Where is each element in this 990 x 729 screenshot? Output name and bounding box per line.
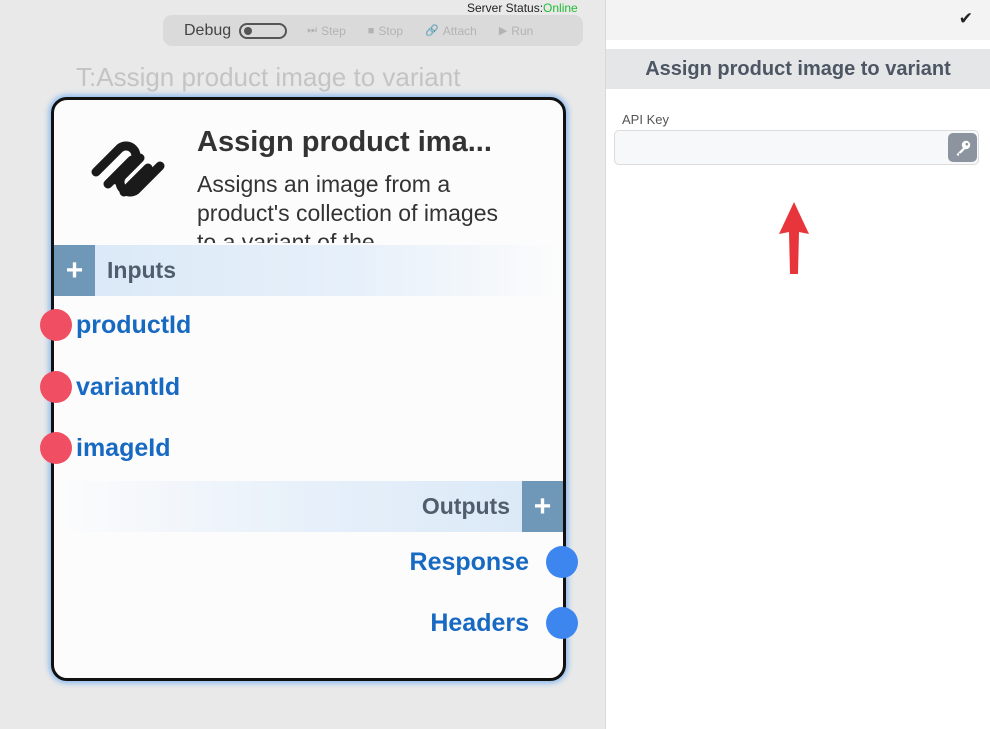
add-output-button[interactable]: +	[522, 481, 563, 532]
output-port-label: Headers	[430, 608, 529, 637]
outputs-section: Outputs +	[54, 481, 563, 532]
run-label: Run	[511, 23, 534, 38]
attach-label: Attach	[442, 23, 477, 38]
output-port-label: Response	[409, 547, 529, 576]
panel-title: Assign product image to variant	[606, 49, 990, 89]
input-port-productId[interactable]: productId	[40, 309, 191, 341]
toggle-knob	[244, 26, 253, 35]
input-port-dot[interactable]	[40, 371, 72, 403]
output-port-headers[interactable]: Headers	[430, 607, 578, 639]
api-key-label: API Key	[622, 112, 669, 127]
output-port-response[interactable]: Response	[410, 546, 578, 578]
server-status-label: Server Status:	[467, 1, 544, 15]
debug-toolbar: Debug ⏭ Step ■ Stop 🔗 Attach ▶ Run	[163, 15, 583, 46]
api-key-field	[614, 130, 979, 165]
step-button[interactable]: ⏭ Step	[307, 24, 346, 38]
stop-button[interactable]: ■ Stop	[368, 24, 403, 38]
check-icon[interactable]: ✔	[959, 9, 973, 29]
input-port-label: variantId	[76, 372, 181, 401]
output-port-dot[interactable]	[546, 546, 578, 578]
red-up-arrow-icon	[779, 202, 809, 274]
link-icon: 🔗	[425, 25, 439, 37]
properties-panel: ✔ Assign product image to variant API Ke…	[605, 0, 990, 729]
output-port-dot[interactable]	[546, 607, 578, 639]
input-port-label: productId	[76, 310, 192, 339]
debug-toggle[interactable]	[239, 22, 288, 39]
key-icon	[956, 140, 970, 156]
server-status-value: Online	[543, 1, 578, 15]
input-port-imageId[interactable]: imageId	[40, 432, 170, 464]
server-status: Server Status:Online	[467, 1, 578, 15]
stop-label: Stop	[378, 23, 404, 38]
stop-icon: ■	[367, 24, 375, 37]
input-port-dot[interactable]	[40, 309, 72, 341]
outputs-label: Outputs	[421, 493, 510, 519]
plus-icon: +	[533, 489, 552, 523]
node-name: Assign product ima...	[197, 126, 492, 158]
api-key-input[interactable]	[615, 131, 935, 164]
step-icon: ⏭	[307, 24, 318, 36]
key-button[interactable]	[948, 133, 977, 162]
input-port-label: imageId	[76, 433, 171, 462]
squarespace-logo-icon	[91, 141, 165, 197]
canvas-node-title: T:Assign product image to variant	[76, 62, 461, 92]
run-button[interactable]: ▶ Run	[499, 24, 533, 38]
flow-canvas[interactable]: Server Status:Online Debug ⏭ Step ■ Stop 🔗…	[0, 0, 605, 729]
action-node[interactable]: Assign product ima... Assigns an image f…	[40, 97, 578, 681]
inputs-section: + Inputs	[54, 245, 563, 296]
attach-button[interactable]: 🔗 Attach	[425, 24, 477, 38]
panel-top-bar: ✔	[606, 0, 990, 40]
add-input-button[interactable]: +	[54, 245, 95, 296]
input-port-dot[interactable]	[40, 432, 72, 464]
play-icon: ▶	[498, 25, 508, 37]
plus-icon: +	[65, 253, 84, 287]
input-port-variantId[interactable]: variantId	[40, 371, 180, 403]
step-label: Step	[321, 23, 346, 38]
inputs-label: Inputs	[107, 257, 176, 283]
debug-label: Debug	[184, 21, 232, 39]
node-description: Assigns an image from a product's collec…	[197, 171, 498, 243]
